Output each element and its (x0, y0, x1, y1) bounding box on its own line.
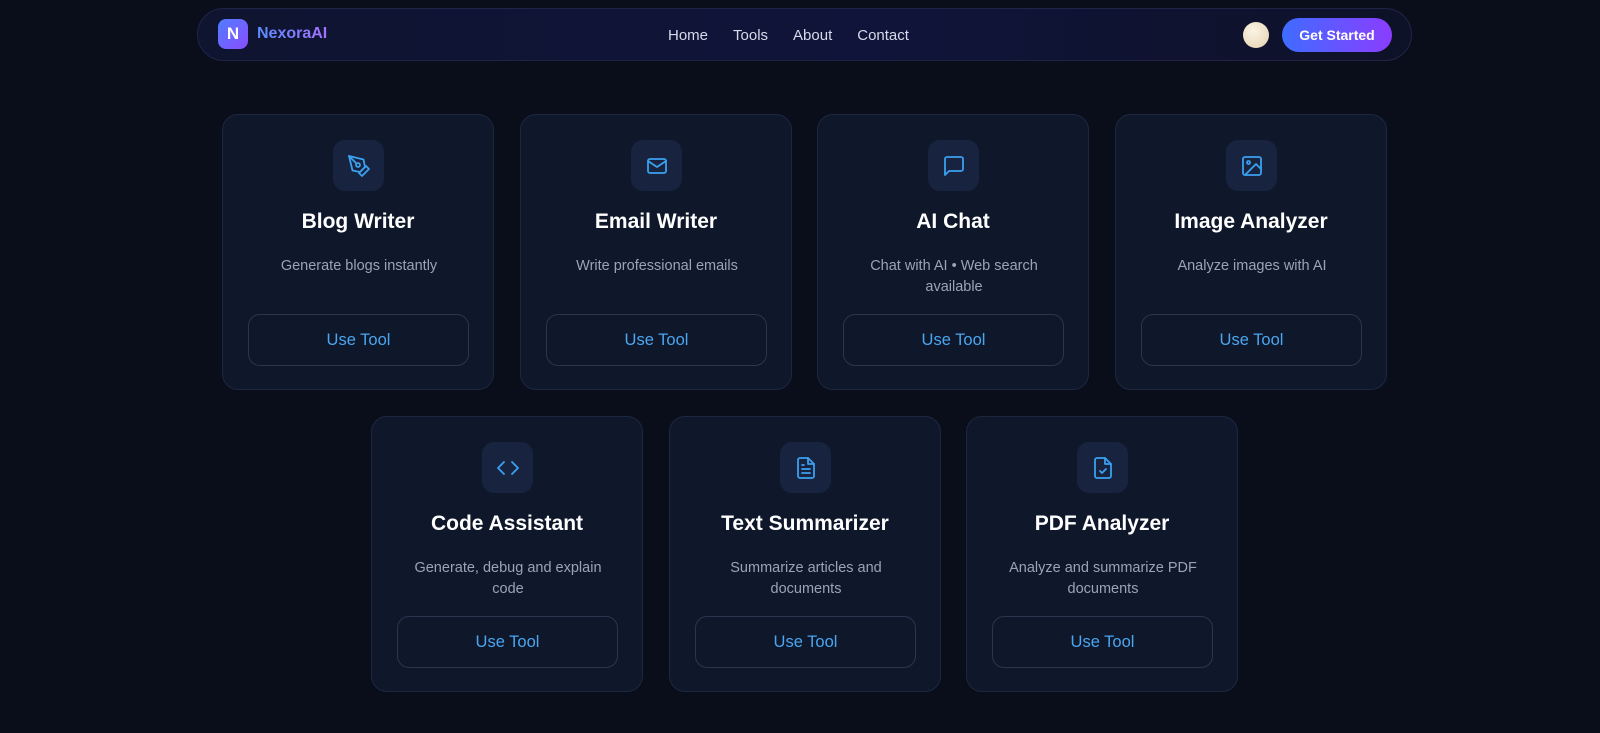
tool-card-email-writer: Email Writer Write professional emails U… (520, 114, 792, 390)
brand[interactable]: N NexoraAI (218, 19, 327, 49)
use-tool-button[interactable]: Use Tool (695, 616, 916, 668)
tool-card-text-summarizer: Text Summarizer Summarize articles and d… (669, 416, 941, 692)
nav-link-contact[interactable]: Contact (857, 27, 909, 44)
get-started-button[interactable]: Get Started (1282, 18, 1392, 52)
use-tool-button[interactable]: Use Tool (397, 616, 618, 668)
document-text-icon (780, 442, 831, 493)
nav-link-home[interactable]: Home (668, 27, 708, 44)
code-icon (482, 442, 533, 493)
top-navbar: N NexoraAI Home Tools About Contact Get … (197, 8, 1412, 61)
tool-title: AI Chat (916, 210, 990, 233)
tool-description: Generate, debug and explain code (414, 560, 602, 597)
chat-bubble-icon (928, 140, 979, 191)
tool-card-image-analyzer: Image Analyzer Analyze images with AI Us… (1115, 114, 1387, 390)
pen-tool-icon (333, 140, 384, 191)
nav-links: Home Tools About Contact (668, 9, 934, 62)
tool-description: Chat with AI • Web search available (870, 258, 1038, 295)
mail-icon (631, 140, 682, 191)
nav-link-about[interactable]: About (793, 27, 832, 44)
tool-title: Email Writer (594, 210, 718, 233)
tool-description: Analyze images with AI (1177, 258, 1327, 274)
tool-card-ai-chat: AI Chat Chat with AI • Web search availa… (817, 114, 1089, 390)
brand-name[interactable]: NexoraAI (257, 25, 327, 43)
use-tool-button[interactable]: Use Tool (546, 314, 767, 366)
user-avatar[interactable] (1243, 22, 1269, 48)
tool-card-blog-writer: Blog Writer Generate blogs instantly Use… (222, 114, 494, 390)
tool-card-code-assistant: Code Assistant Generate, debug and expla… (371, 416, 643, 692)
use-tool-button[interactable]: Use Tool (992, 616, 1213, 668)
tool-card-pdf-analyzer: PDF Analyzer Analyze and summarize PDF d… (966, 416, 1238, 692)
tool-description: Generate blogs instantly (280, 258, 438, 274)
document-check-icon (1077, 442, 1128, 493)
tool-title: Blog Writer (301, 210, 415, 233)
tool-title: Code Assistant (430, 512, 584, 535)
brand-logo[interactable]: N (218, 19, 248, 49)
image-icon (1226, 140, 1277, 191)
tool-title: PDF Analyzer (1034, 512, 1170, 535)
tool-description: Write professional emails (576, 258, 738, 274)
nav-link-tools[interactable]: Tools (733, 27, 768, 44)
use-tool-button[interactable]: Use Tool (1141, 314, 1362, 366)
use-tool-button[interactable]: Use Tool (248, 314, 469, 366)
tool-title: Text Summarizer (721, 512, 889, 535)
tool-description: Analyze and summarize PDF documents (1009, 560, 1197, 597)
tool-description: Summarize articles and documents (730, 560, 882, 597)
use-tool-button[interactable]: Use Tool (843, 314, 1064, 366)
tool-title: Image Analyzer (1174, 210, 1328, 233)
